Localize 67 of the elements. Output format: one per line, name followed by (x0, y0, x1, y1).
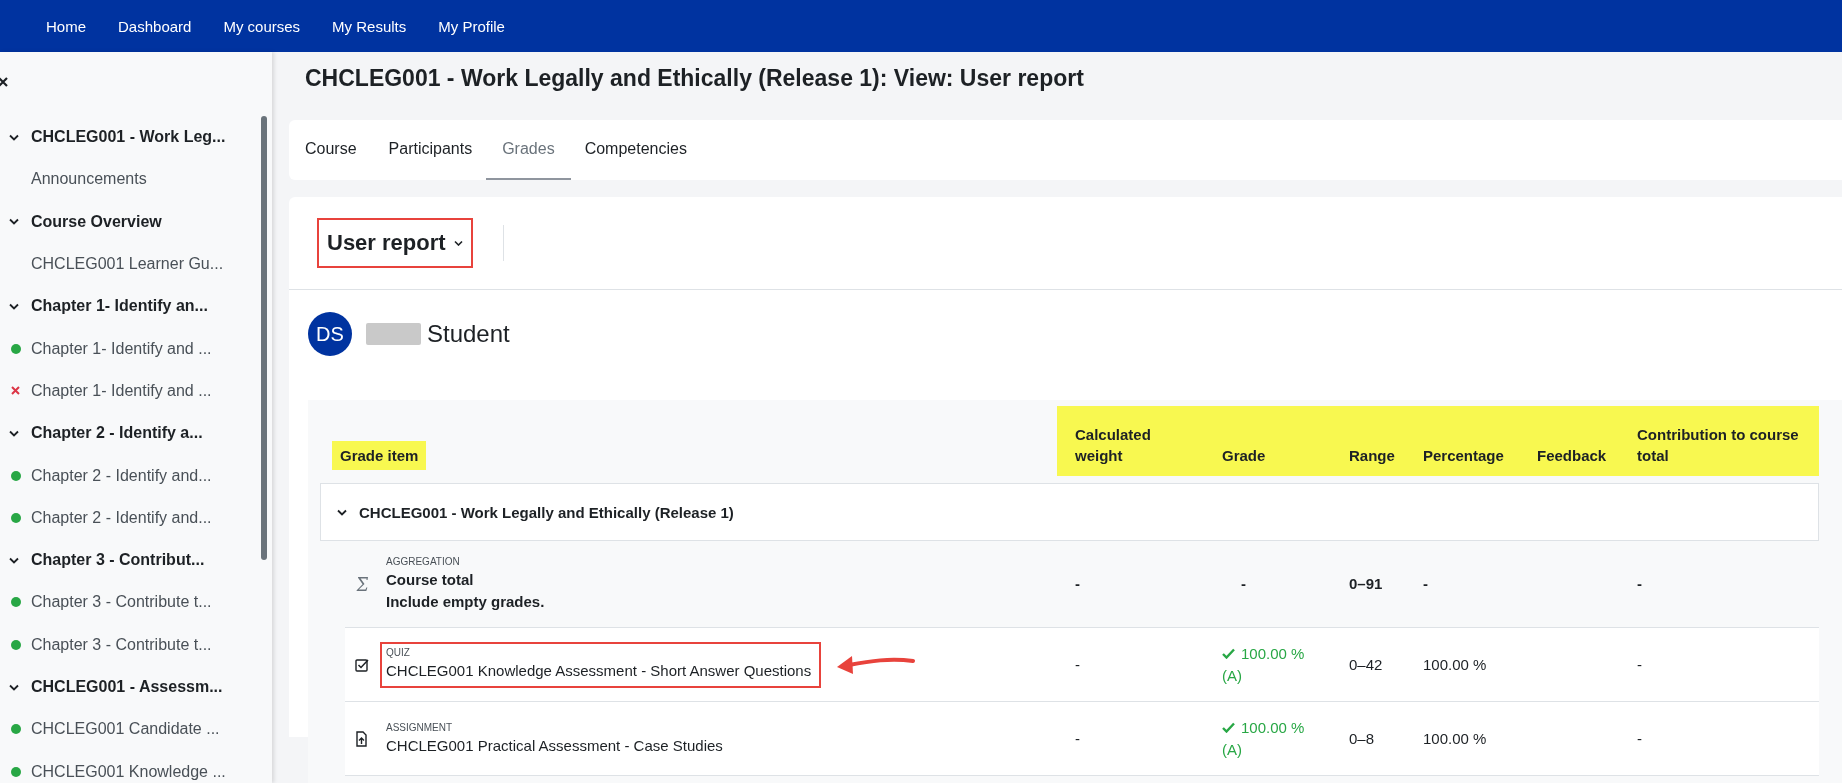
sidebar-item[interactable]: Chapter 1- Identify and ... (31, 381, 212, 400)
sidebar-section[interactable]: Chapter 2 - Identify a... (31, 424, 203, 443)
nav-link[interactable]: Dashboard (102, 17, 208, 35)
grade-value: 100.00 % (1241, 717, 1305, 738)
table-cell-text: - (1074, 574, 1081, 594)
caret-icon (453, 240, 463, 246)
column-header: Range (1349, 446, 1395, 466)
nav-link[interactable]: Home (30, 17, 102, 35)
table-cell-text: 0–42 (1348, 654, 1384, 675)
table-cell-text: 100.00 % (1422, 728, 1488, 749)
item-type: AGGREGATION (386, 555, 461, 569)
tab[interactable]: Participants (372, 120, 489, 180)
nav-link[interactable]: My courses (207, 17, 317, 35)
tab[interactable]: Competencies (568, 120, 703, 180)
grade-item-name[interactable]: CHCLEG001 Knowledge Assessment - Short Answer Questions (386, 661, 812, 679)
nav-link[interactable]: My Profile (422, 17, 521, 35)
grade-value: - (1241, 574, 1246, 594)
sidebar-section[interactable]: Course Overview (31, 212, 162, 231)
table-cell-text: - (1074, 728, 1081, 749)
sidebar-item[interactable]: Chapter 3 - Contribute t... (31, 635, 212, 654)
item-type: ASSIGNMENT (386, 720, 454, 735)
page-title: CHCLEG001 - Work Legally and Ethically (Release 1): View: User report (304, 64, 1085, 93)
sidebar-item[interactable]: Chapter 2 - Identify and... (31, 466, 212, 485)
report-selector[interactable]: User report (317, 218, 473, 268)
column-header: Calculated weight (1075, 425, 1152, 466)
sigma-icon (354, 575, 369, 593)
table-cell-text: - (1422, 574, 1429, 594)
grade-letter: (A) (1222, 665, 1242, 686)
sidebar-item[interactable]: CHCLEG001 Knowledge ... (31, 762, 226, 781)
table-cell-text: - (1636, 654, 1643, 675)
column-header: Contribution to course total (1637, 425, 1800, 466)
category-name: CHCLEG001 - Work Legally and Ethically (Release 1) (359, 503, 734, 521)
grade-value: 100.00 % (1241, 643, 1305, 664)
sidebar-item[interactable]: CHCLEG001 Candidate ... (31, 720, 220, 739)
sidebar-section[interactable]: CHCLEG001 - Work Leg... (31, 128, 226, 147)
file-upload-icon (355, 730, 368, 747)
user-name[interactable]: Student (427, 320, 510, 348)
column-header: Feedback (1537, 446, 1607, 466)
close-icon[interactable] (0, 77, 8, 87)
sidebar-item[interactable]: Chapter 3 - Contribute t... (31, 593, 212, 612)
table-cell-text: - (1636, 574, 1643, 594)
sidebar-item[interactable]: Chapter 1- Identify and ... (31, 339, 212, 358)
grade-item-name: Course total (386, 570, 475, 590)
table-cell-text: 0–8 (1348, 728, 1376, 749)
sidebar-section[interactable]: Chapter 1- Identify an... (31, 297, 208, 316)
tab[interactable]: Course (305, 120, 373, 180)
grade-item-name[interactable]: CHCLEG001 Practical Assessment - Case Studies (386, 736, 723, 754)
sidebar-item[interactable]: CHCLEG001 Learner Gu... (31, 255, 224, 274)
sidebar-item[interactable]: Announcements (31, 170, 147, 189)
sidebar-item[interactable]: Chapter 2 - Identify and... (31, 508, 212, 527)
table-cell-text: 0–91 (1348, 574, 1384, 594)
table-cell-text: - (1074, 654, 1081, 675)
column-header: Grade item (332, 441, 427, 470)
table-cell-text: 100.00 % (1422, 654, 1488, 675)
column-header: Percentage (1423, 446, 1504, 466)
checkbox-icon (354, 657, 369, 672)
table-cell-text: - (1636, 728, 1643, 749)
grade-letter: (A) (1222, 739, 1242, 760)
item-type: QUIZ (386, 645, 411, 660)
sidebar-section[interactable]: CHCLEG001 - Assessm... (31, 678, 223, 696)
scrollbar-thumb[interactable] (261, 116, 267, 560)
avatar[interactable]: DS (308, 312, 352, 356)
item-note: Include empty grades. (386, 592, 545, 612)
sidebar-section[interactable]: Chapter 3 - Contribut... (31, 551, 205, 570)
nav-link[interactable]: My Results (316, 17, 423, 35)
tab[interactable]: Grades (486, 120, 571, 180)
column-header: Grade (1222, 446, 1266, 466)
